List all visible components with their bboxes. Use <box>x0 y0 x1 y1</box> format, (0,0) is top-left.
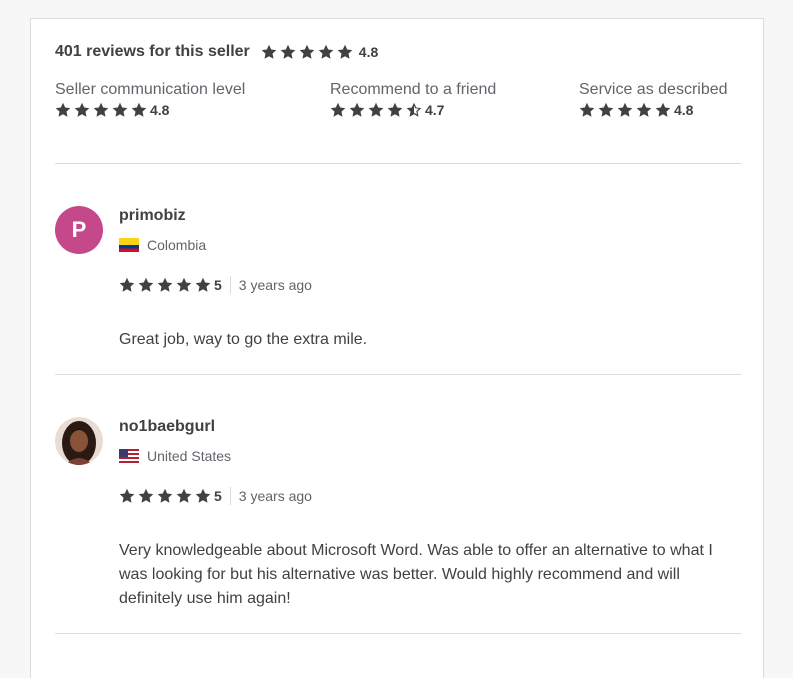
colombia-flag-icon <box>119 238 139 252</box>
breakdown-label: Service as described <box>579 81 728 98</box>
star-icon <box>195 277 211 292</box>
star-icon <box>176 277 192 292</box>
review-time: 3 years ago <box>238 277 312 293</box>
review-rating: 5 <box>214 488 222 504</box>
star-icon <box>138 488 154 503</box>
star-icon <box>138 277 154 292</box>
star-icon <box>112 102 128 117</box>
separator <box>229 276 231 294</box>
country-name: United States <box>147 448 232 464</box>
breakdown-stars <box>579 102 674 118</box>
star-icon <box>261 44 277 59</box>
breakdown-stars <box>55 102 150 118</box>
overall-rating: 4.8 <box>358 44 379 60</box>
reviews-card: 401 reviews for this seller 4.8 Seller c… <box>30 18 764 678</box>
star-icon <box>157 488 173 503</box>
divider <box>55 374 741 375</box>
divider <box>55 163 741 164</box>
star-icon <box>655 102 671 117</box>
breakdown-service: Service as described 4.8 <box>579 80 728 118</box>
star-icon <box>579 102 595 117</box>
reviews-count-title: 401 reviews for this seller <box>55 43 250 60</box>
breakdown-rating: 4.8 <box>150 102 170 118</box>
star-icon <box>387 102 403 117</box>
breakdown-label: Recommend to a friend <box>330 81 497 98</box>
review-stars <box>119 277 214 293</box>
breakdown-stars <box>330 102 425 118</box>
star-icon <box>74 102 90 117</box>
reviewer-country: United States <box>119 448 231 464</box>
star-icon <box>368 102 384 117</box>
star-icon <box>349 102 365 117</box>
star-icon <box>131 102 147 117</box>
reviewer-country: Colombia <box>119 237 206 253</box>
separator <box>229 487 231 505</box>
star-icon <box>617 102 633 117</box>
breakdown-label: Seller communication level <box>55 81 246 98</box>
country-name: Colombia <box>147 237 207 253</box>
review-stars <box>119 488 214 504</box>
star-icon <box>598 102 614 117</box>
breakdown-communication: Seller communication level 4.8 <box>55 80 245 118</box>
us-flag-icon <box>119 449 139 463</box>
avatar[interactable]: P <box>55 206 103 254</box>
star-icon <box>157 277 173 292</box>
divider <box>55 633 741 634</box>
star-icon <box>330 102 346 117</box>
star-icon <box>280 44 296 59</box>
reviewer-username[interactable]: no1baebgurl <box>119 418 215 436</box>
reviews-summary: 401 reviews for this seller 4.8 <box>55 43 378 61</box>
user-photo-icon <box>55 417 103 465</box>
review-rating: 5 <box>214 277 222 293</box>
review-rating-row: 5 3 years ago <box>119 276 312 294</box>
star-icon <box>636 102 652 117</box>
user-photo-avatar[interactable] <box>55 417 103 465</box>
star-icon <box>119 488 135 503</box>
review-rating-row: 5 3 years ago <box>119 487 312 505</box>
breakdown-rating: 4.8 <box>674 102 694 118</box>
reviewer-username[interactable]: primobiz <box>119 207 186 225</box>
star-icon <box>299 44 315 59</box>
star-icon <box>176 488 192 503</box>
overall-stars <box>261 44 356 60</box>
half-star-icon <box>406 102 422 117</box>
star-icon <box>119 277 135 292</box>
breakdown-rating: 4.7 <box>425 102 445 118</box>
review-time: 3 years ago <box>238 488 312 504</box>
star-icon <box>55 102 71 117</box>
star-icon <box>318 44 334 59</box>
star-icon <box>195 488 211 503</box>
review-text: Great job, way to go the extra mile. <box>119 331 368 348</box>
review-text: Very knowledgeable about Microsoft Word.… <box>119 542 713 607</box>
star-icon <box>337 44 353 59</box>
star-icon <box>93 102 109 117</box>
breakdown-recommend: Recommend to a friend 4.7 <box>330 80 496 118</box>
